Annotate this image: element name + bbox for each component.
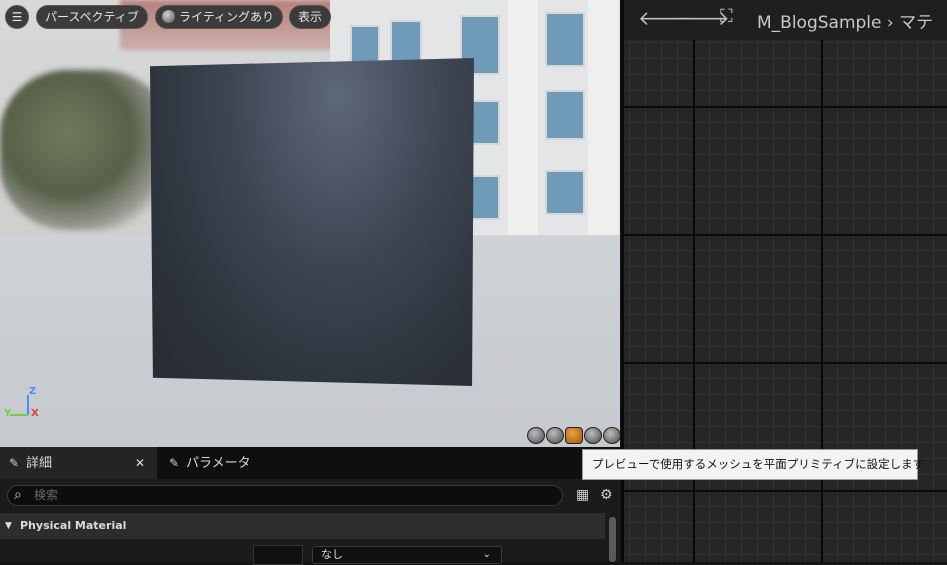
search-placeholder: 検索	[34, 488, 59, 502]
pencil-icon: ✎	[8, 456, 20, 470]
lighting-button[interactable]: ライティングあり	[155, 5, 284, 29]
table-view-icon[interactable]: ▦	[576, 487, 589, 503]
cylinder-icon[interactable]	[527, 427, 545, 444]
preview-viewport[interactable]: ☰ パースペクティブ ライティングあり 表示 Z Y X	[0, 0, 620, 447]
breadcrumb[interactable]: M_BlogSample › マテ	[757, 8, 933, 33]
building-window	[470, 100, 500, 145]
building-column	[508, 0, 538, 235]
axis-z-line	[27, 395, 29, 415]
axis-y-line	[10, 414, 28, 416]
preview-mesh-toolbar	[527, 427, 620, 445]
perspective-button[interactable]: パースペクティブ	[36, 5, 148, 29]
tooltip: プレビューで使用するメッシュを平面プリミティブに設定します	[582, 449, 924, 480]
details-panel: ✎ 詳細 ✕ ✎ パラメータ ⌕ 検索 ▦ ⚙ ▼ Physical Materia…	[0, 447, 620, 565]
building-window	[545, 170, 585, 215]
physical-material-value: なし	[321, 548, 343, 561]
hamburger-icon: ☰	[11, 10, 23, 24]
plane-icon[interactable]	[565, 427, 583, 444]
tab-details[interactable]: ✎ 詳細 ✕	[0, 447, 157, 479]
building-column	[588, 0, 618, 235]
viewport-menu-button[interactable]: ☰	[5, 5, 29, 29]
physical-material-select[interactable]: なし ⌄	[312, 546, 502, 564]
axis-y-label: Y	[4, 408, 12, 419]
search-input[interactable]: ⌕ 検索	[7, 485, 563, 506]
section-physical-material[interactable]: ▼ Physical Material	[0, 513, 605, 539]
chevron-down-icon: ⌄	[482, 549, 491, 560]
preview-plane-mesh	[150, 58, 474, 386]
section-title: Physical Material	[20, 519, 127, 532]
building-window	[545, 90, 585, 140]
details-tabbar: ✎ 詳細 ✕ ✎ パラメータ	[0, 447, 620, 479]
axis-z-label: Z	[29, 386, 37, 397]
show-button[interactable]: 表示	[289, 5, 332, 29]
search-icon: ⌕	[14, 487, 22, 503]
gear-icon[interactable]: ⚙	[600, 487, 613, 503]
close-icon[interactable]: ✕	[135, 447, 145, 479]
details-scrollbar[interactable]	[609, 517, 616, 562]
building-window	[545, 12, 585, 67]
axis-x-label: X	[31, 408, 39, 419]
tab-details-label: 詳細	[26, 456, 53, 471]
triangle-down-icon: ▼	[5, 521, 12, 531]
lit-sphere-icon	[162, 10, 175, 23]
background-tree	[0, 70, 170, 230]
tab-parameters-label: パラメータ	[186, 456, 251, 471]
breadcrumb-next: マテ	[899, 13, 934, 33]
material-graph-icon: ⛶	[720, 6, 733, 27]
building-window	[470, 175, 500, 220]
custom-mesh-icon[interactable]	[603, 427, 620, 444]
lighting-label: ライティングあり	[179, 10, 275, 24]
graph-navbar: 🡐 🡒 ⛶ M_BlogSample › マテ	[624, 0, 947, 40]
breadcrumb-separator: ›	[886, 13, 894, 33]
pencil-icon: ✎	[168, 456, 180, 470]
breadcrumb-asset: M_BlogSample	[757, 13, 882, 33]
material-thumbnail[interactable]	[253, 545, 303, 565]
tab-parameters[interactable]: ✎ パラメータ	[160, 447, 320, 479]
sphere-icon[interactable]	[546, 427, 564, 444]
cube-icon[interactable]	[584, 427, 602, 444]
